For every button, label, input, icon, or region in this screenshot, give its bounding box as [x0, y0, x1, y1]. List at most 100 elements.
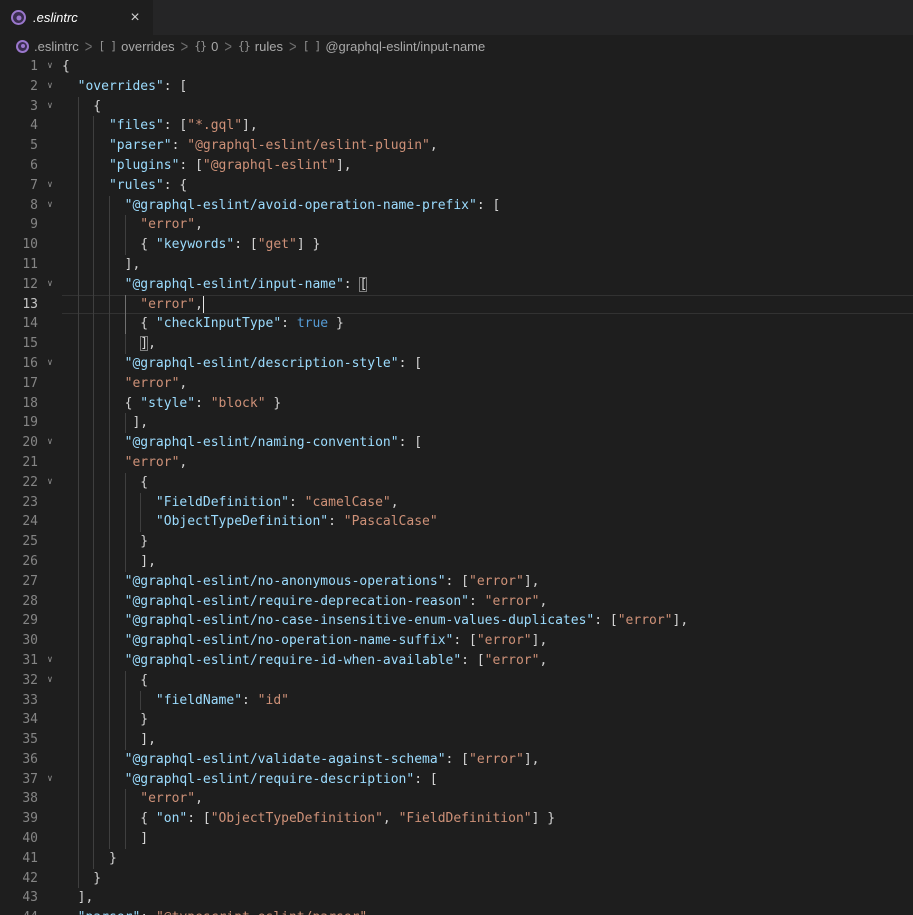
line-number[interactable]: 36: [0, 750, 38, 770]
code-text[interactable]: ],: [62, 255, 913, 275]
code-text[interactable]: "@graphql-eslint/avoid-operation-name-pr…: [62, 196, 913, 216]
code-line-26[interactable]: 26 ],: [0, 552, 913, 572]
line-number[interactable]: 43: [0, 888, 38, 908]
line-number[interactable]: 34: [0, 710, 38, 730]
code-text[interactable]: { "checkInputType": true }: [62, 314, 913, 334]
fold-chevron-icon[interactable]: ∨: [38, 275, 62, 295]
code-text[interactable]: ]: [62, 829, 913, 849]
code-text[interactable]: "@graphql-eslint/input-name": [: [62, 275, 913, 295]
fold-chevron-icon[interactable]: ∨: [38, 97, 62, 117]
line-number[interactable]: 7: [0, 176, 38, 196]
code-text[interactable]: { "on": ["ObjectTypeDefinition", "FieldD…: [62, 809, 913, 829]
code-line-10[interactable]: 10 { "keywords": ["get"] }: [0, 235, 913, 255]
line-number[interactable]: 10: [0, 235, 38, 255]
code-text[interactable]: ],: [62, 888, 913, 908]
code-line-42[interactable]: 42 }: [0, 869, 913, 889]
line-number[interactable]: 28: [0, 592, 38, 612]
code-text[interactable]: ],: [62, 413, 913, 433]
breadcrumb-item-file[interactable]: .eslintrc: [16, 39, 79, 54]
code-text[interactable]: {: [62, 671, 913, 691]
fold-chevron-icon[interactable]: ∨: [38, 196, 62, 216]
code-line-19[interactable]: 19 ],: [0, 413, 913, 433]
code-text[interactable]: }: [62, 869, 913, 889]
line-number[interactable]: 19: [0, 413, 38, 433]
code-text[interactable]: "@graphql-eslint/naming-convention": [: [62, 433, 913, 453]
line-number[interactable]: 42: [0, 869, 38, 889]
code-text[interactable]: ],: [62, 334, 913, 354]
line-number[interactable]: 12: [0, 275, 38, 295]
code-text[interactable]: }: [62, 532, 913, 552]
code-text[interactable]: { "style": "block" }: [62, 394, 913, 414]
fold-chevron-icon[interactable]: ∨: [38, 57, 62, 77]
code-text[interactable]: "fieldName": "id": [62, 691, 913, 711]
line-number[interactable]: 35: [0, 730, 38, 750]
code-text[interactable]: }: [62, 710, 913, 730]
line-number[interactable]: 13: [0, 295, 38, 315]
close-icon[interactable]: ×: [125, 8, 145, 28]
code-line-38[interactable]: 38 "error",: [0, 789, 913, 809]
code-line-31[interactable]: 31∨ "@graphql-eslint/require-id-when-ava…: [0, 651, 913, 671]
code-line-28[interactable]: 28 "@graphql-eslint/require-deprecation-…: [0, 592, 913, 612]
line-number[interactable]: 15: [0, 334, 38, 354]
code-line-5[interactable]: 5 "parser": "@graphql-eslint/eslint-plug…: [0, 136, 913, 156]
code-line-1[interactable]: 1∨{: [0, 57, 913, 77]
code-line-25[interactable]: 25 }: [0, 532, 913, 552]
line-number[interactable]: 31: [0, 651, 38, 671]
code-text[interactable]: "@graphql-eslint/description-style": [: [62, 354, 913, 374]
fold-chevron-icon[interactable]: ∨: [38, 651, 62, 671]
code-text[interactable]: "error",: [62, 789, 913, 809]
code-text[interactable]: "rules": {: [62, 176, 913, 196]
code-text[interactable]: { "keywords": ["get"] }: [62, 235, 913, 255]
line-number[interactable]: 30: [0, 631, 38, 651]
line-number[interactable]: 18: [0, 394, 38, 414]
breadcrumb-item-input-name[interactable]: [ ] @graphql-eslint/input-name: [303, 39, 486, 54]
code-line-14[interactable]: 14 { "checkInputType": true }: [0, 314, 913, 334]
code-line-30[interactable]: 30 "@graphql-eslint/no-operation-name-su…: [0, 631, 913, 651]
code-text[interactable]: "error",: [62, 295, 913, 315]
code-line-7[interactable]: 7∨ "rules": {: [0, 176, 913, 196]
line-number[interactable]: 8: [0, 196, 38, 216]
code-line-17[interactable]: 17 "error",: [0, 374, 913, 394]
line-number[interactable]: 40: [0, 829, 38, 849]
code-text[interactable]: ],: [62, 730, 913, 750]
line-number[interactable]: 4: [0, 116, 38, 136]
code-text[interactable]: "@graphql-eslint/no-case-insensitive-enu…: [62, 611, 913, 631]
code-text[interactable]: "@graphql-eslint/require-id-when-availab…: [62, 651, 913, 671]
code-text[interactable]: "parser": "@graphql-eslint/eslint-plugin…: [62, 136, 913, 156]
breadcrumb-item-overrides[interactable]: [ ] overrides: [98, 39, 174, 54]
code-text[interactable]: "@graphql-eslint/no-anonymous-operations…: [62, 572, 913, 592]
breadcrumb-item-0[interactable]: {} 0: [194, 39, 218, 54]
code-line-9[interactable]: 9 "error",: [0, 215, 913, 235]
code-line-40[interactable]: 40 ]: [0, 829, 913, 849]
code-line-29[interactable]: 29 "@graphql-eslint/no-case-insensitive-…: [0, 611, 913, 631]
line-number[interactable]: 17: [0, 374, 38, 394]
code-text[interactable]: "files": ["*.gql"],: [62, 116, 913, 136]
code-line-4[interactable]: 4 "files": ["*.gql"],: [0, 116, 913, 136]
code-line-6[interactable]: 6 "plugins": ["@graphql-eslint"],: [0, 156, 913, 176]
fold-chevron-icon[interactable]: ∨: [38, 671, 62, 691]
code-line-34[interactable]: 34 }: [0, 710, 913, 730]
line-number[interactable]: 32: [0, 671, 38, 691]
tab-eslintrc[interactable]: .eslintrc ×: [0, 0, 153, 35]
code-text[interactable]: "parser": "@typescript-eslint/parser": [62, 908, 913, 915]
code-text[interactable]: "error",: [62, 215, 913, 235]
line-number[interactable]: 33: [0, 691, 38, 711]
code-line-2[interactable]: 2∨ "overrides": [: [0, 77, 913, 97]
line-number[interactable]: 22: [0, 473, 38, 493]
line-number[interactable]: 21: [0, 453, 38, 473]
line-number[interactable]: 29: [0, 611, 38, 631]
line-number[interactable]: 11: [0, 255, 38, 275]
code-line-41[interactable]: 41 }: [0, 849, 913, 869]
code-text[interactable]: "@graphql-eslint/require-description": [: [62, 770, 913, 790]
line-number[interactable]: 44: [0, 908, 38, 915]
line-number[interactable]: 23: [0, 493, 38, 513]
line-number[interactable]: 6: [0, 156, 38, 176]
line-number[interactable]: 37: [0, 770, 38, 790]
fold-chevron-icon[interactable]: ∨: [38, 77, 62, 97]
code-line-39[interactable]: 39 { "on": ["ObjectTypeDefinition", "Fie…: [0, 809, 913, 829]
line-number[interactable]: 14: [0, 314, 38, 334]
code-line-24[interactable]: 24 "ObjectTypeDefinition": "PascalCase": [0, 512, 913, 532]
fold-chevron-icon[interactable]: ∨: [38, 770, 62, 790]
code-line-44[interactable]: 44 "parser": "@typescript-eslint/parser": [0, 908, 913, 915]
line-number[interactable]: 5: [0, 136, 38, 156]
